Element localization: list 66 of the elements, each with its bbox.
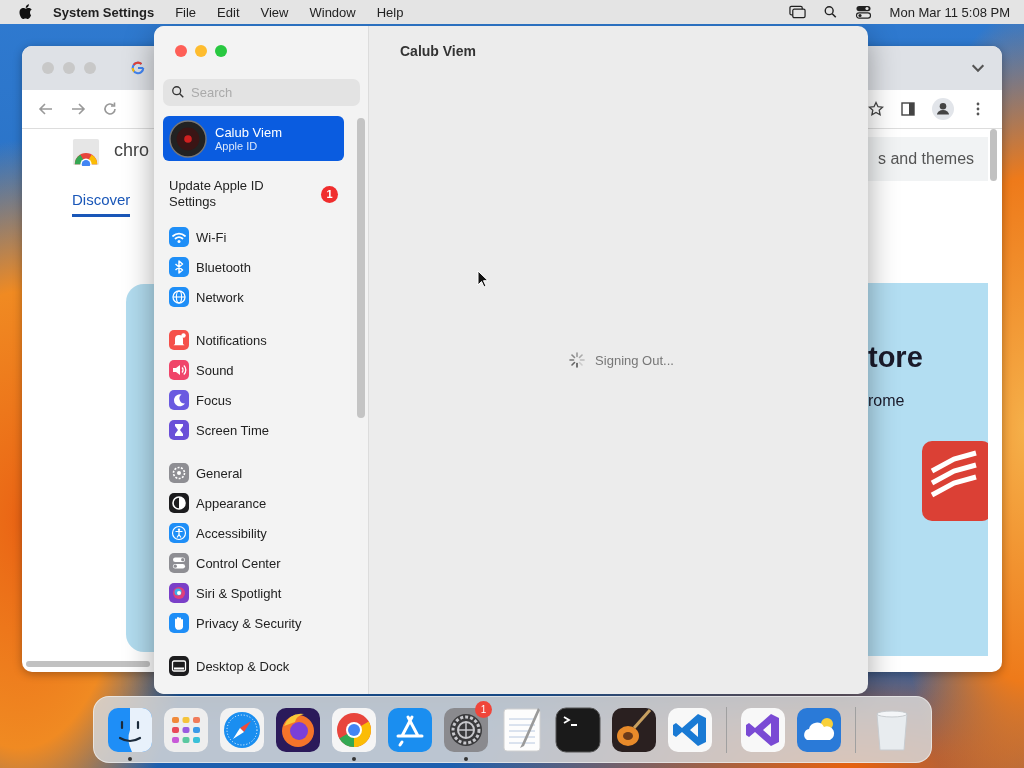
scrollbar[interactable] [26, 661, 150, 667]
browser-wheel-icon[interactable] [330, 705, 378, 754]
control-center-icon[interactable] [854, 5, 872, 19]
notification-badge: 1 [475, 701, 492, 718]
cloud-icon[interactable] [795, 705, 843, 754]
sidebar-item[interactable]: Desktop & Dock [163, 651, 344, 681]
gear-icon[interactable] [442, 705, 490, 754]
sidebar-item[interactable]: General [163, 458, 344, 488]
store-logo-icon [72, 138, 100, 166]
close-button[interactable] [175, 45, 187, 57]
banner-subtitle: rome [868, 392, 905, 410]
back-arrow-icon[interactable] [38, 101, 54, 117]
sidebar-item[interactable]: Notifications [163, 325, 344, 355]
smiling-face-icon[interactable] [106, 705, 154, 754]
menu-item[interactable]: Window [309, 4, 356, 20]
account-name: Calub Viem [215, 125, 282, 140]
notification-badge: 1 [321, 185, 338, 203]
sidebar-item[interactable]: Sound [163, 355, 344, 385]
account-subtitle: Apple ID [215, 140, 259, 152]
sidebar-item[interactable]: Accessibility [163, 518, 344, 548]
search-icon [171, 85, 185, 99]
menu-bar-clock[interactable]: Mon Mar 11 5:08 PM [889, 4, 1010, 20]
pointer-cursor-icon [477, 270, 489, 288]
category-label[interactable]: s and themes [878, 150, 975, 168]
account-item[interactable]: Calub Viem Apple ID [163, 116, 344, 161]
app-grid-icon[interactable] [162, 705, 210, 754]
sidebar-item[interactable]: Control Center [163, 548, 344, 578]
layers-icon [922, 441, 988, 521]
menu-item[interactable]: View [260, 4, 289, 20]
forward-arrow-icon[interactable] [70, 101, 86, 117]
app-menu[interactable]: System Settings [53, 4, 155, 20]
update-settings-link[interactable]: Update Apple ID Settings [169, 178, 289, 210]
ribbon-icon[interactable] [666, 705, 714, 754]
guitar-icon[interactable] [610, 705, 658, 754]
star-icon[interactable] [868, 101, 884, 117]
sidebar-item[interactable]: Network [163, 282, 344, 312]
search-field[interactable]: Search [163, 79, 360, 106]
avatar [169, 119, 207, 158]
scrollbar[interactable] [990, 129, 997, 181]
zoom-button[interactable] [215, 45, 227, 57]
windows-icon[interactable] [788, 5, 806, 19]
sidebar-item[interactable]: Screen Time [163, 415, 344, 445]
compass-icon[interactable] [218, 705, 266, 754]
menu-item[interactable]: Edit [217, 4, 240, 20]
sidebar-item[interactable]: Privacy & Security [163, 608, 344, 638]
sidebar-item[interactable]: Appearance [163, 488, 344, 518]
window-title: Calub Viem [399, 42, 477, 61]
favicon-icon [131, 61, 145, 75]
status-message: Signing Out... [595, 352, 674, 368]
banner-title: tore [868, 341, 923, 374]
scrollbar[interactable] [357, 118, 365, 418]
menu-item[interactable]: File [175, 4, 197, 20]
side-panel-icon[interactable] [900, 101, 916, 117]
terminal-icon[interactable] [554, 705, 602, 754]
spinner-icon [569, 352, 586, 368]
sidebar-item[interactable]: Focus [163, 385, 344, 415]
store-icon[interactable] [386, 705, 434, 754]
reload-icon[interactable] [102, 101, 118, 117]
site-name: chro [114, 140, 149, 161]
apple-logo-icon[interactable] [18, 4, 33, 20]
menu-item[interactable]: Help [376, 4, 404, 20]
sidebar-item[interactable]: Bluetooth [163, 252, 344, 282]
sidebar-item[interactable]: Wi-Fi [163, 222, 344, 252]
profile-icon[interactable] [932, 98, 954, 120]
sidebar-item[interactable]: Siri & Spotlight [163, 578, 344, 608]
page-tab[interactable]: Discover [72, 191, 131, 217]
